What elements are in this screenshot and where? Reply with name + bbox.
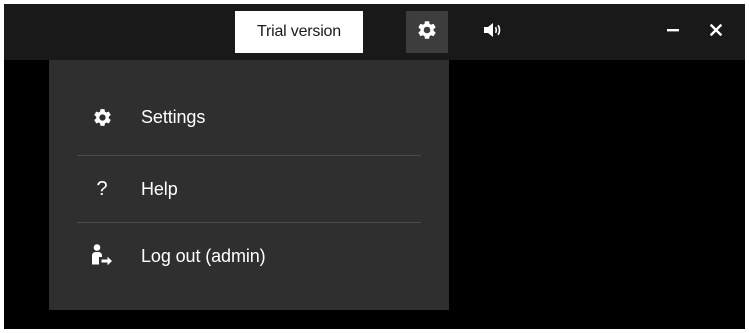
title-bar: Trial version — [4, 4, 745, 60]
menu-item-settings[interactable]: Settings — [49, 84, 449, 150]
settings-dropdown-menu: Settings ? Help Log out (admin) — [49, 60, 449, 310]
settings-button[interactable] — [406, 11, 448, 53]
menu-item-help[interactable]: ? Help — [49, 156, 449, 222]
menu-item-label: Log out (admin) — [141, 245, 266, 266]
minimize-button[interactable] — [658, 11, 688, 53]
logout-user-icon — [89, 243, 115, 269]
close-button[interactable] — [701, 11, 731, 53]
gear-icon — [89, 104, 115, 130]
gear-icon — [416, 19, 438, 46]
volume-button[interactable] — [476, 11, 510, 53]
question-mark-icon: ? — [96, 178, 108, 200]
speaker-icon — [481, 20, 505, 45]
minimize-icon — [666, 23, 680, 42]
menu-item-label: Settings — [141, 106, 206, 127]
close-icon — [709, 23, 723, 41]
app-window: Trial version Settings ? Help Log out (a… — [4, 4, 745, 329]
trial-version-badge[interactable]: Trial version — [235, 11, 363, 53]
menu-item-logout[interactable]: Log out (admin) — [49, 223, 449, 289]
menu-item-label: Help — [141, 178, 178, 199]
